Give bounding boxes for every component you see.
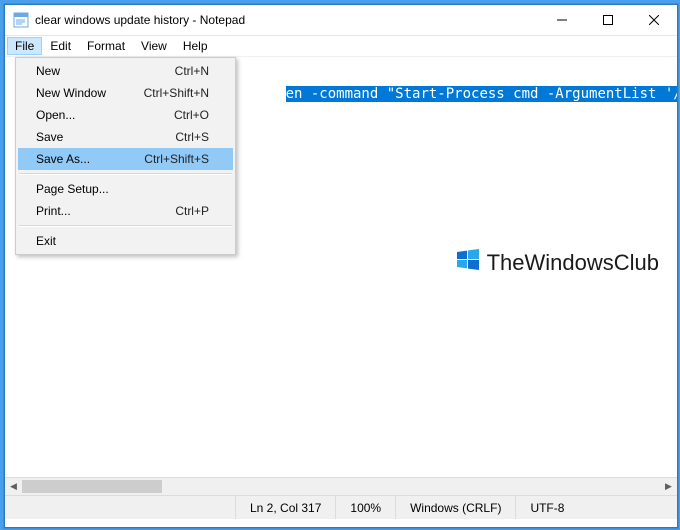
status-encoding: UTF-8 (515, 496, 677, 519)
status-zoom: 100% (335, 496, 395, 519)
menu-separator (19, 173, 232, 175)
file-menu-dropdown: NewCtrl+NNew WindowCtrl+Shift+NOpen...Ct… (15, 57, 236, 255)
window-title: clear windows update history - Notepad (35, 13, 245, 27)
menu-item-shortcut: Ctrl+S (175, 130, 209, 144)
close-button[interactable] (631, 5, 677, 35)
menu-item-label: New Window (36, 86, 144, 100)
horizontal-scrollbar[interactable]: ◀ ▶ (5, 477, 677, 495)
menu-item-new[interactable]: NewCtrl+N (18, 60, 233, 82)
notepad-window: clear windows update history - Notepad F… (4, 4, 678, 528)
menu-item-label: Save (36, 130, 175, 144)
notepad-app-icon (13, 12, 29, 28)
menu-item-shortcut: Ctrl+N (175, 64, 209, 78)
menu-item-label: Print... (36, 204, 175, 218)
minimize-button[interactable] (539, 5, 585, 35)
menu-item-page-setup[interactable]: Page Setup... (18, 178, 233, 200)
scroll-right-icon[interactable]: ▶ (660, 478, 677, 495)
menu-separator (19, 225, 232, 227)
status-cursor-position: Ln 2, Col 317 (235, 496, 335, 519)
menu-file[interactable]: File (7, 37, 42, 55)
menubar: File Edit Format View Help (5, 36, 677, 57)
status-line-ending: Windows (CRLF) (395, 496, 515, 519)
selected-text: en -command "Start-Process cmd -Argument… (286, 86, 677, 102)
scroll-track[interactable] (22, 478, 660, 495)
menu-item-label: Save As... (36, 152, 144, 166)
maximize-button[interactable] (585, 5, 631, 35)
menu-item-save-as[interactable]: Save As...Ctrl+Shift+S (18, 148, 233, 170)
statusbar: Ln 2, Col 317 100% Windows (CRLF) UTF-8 (5, 495, 677, 519)
menu-view[interactable]: View (133, 37, 175, 55)
menu-item-shortcut: Ctrl+Shift+S (144, 152, 209, 166)
menu-item-shortcut: Ctrl+O (174, 108, 209, 122)
menu-edit[interactable]: Edit (42, 37, 79, 55)
titlebar: clear windows update history - Notepad (5, 5, 677, 36)
scroll-thumb[interactable] (22, 480, 162, 493)
menu-item-exit[interactable]: Exit (18, 230, 233, 252)
menu-format[interactable]: Format (79, 37, 133, 55)
menu-item-label: New (36, 64, 175, 78)
menu-item-save[interactable]: SaveCtrl+S (18, 126, 233, 148)
watermark: TheWindowsClub (455, 247, 659, 279)
scroll-left-icon[interactable]: ◀ (5, 478, 22, 495)
menu-item-label: Exit (36, 234, 209, 248)
menu-item-shortcut: Ctrl+Shift+N (144, 86, 209, 100)
watermark-text: TheWindowsClub (487, 250, 659, 276)
windows-logo-icon (455, 247, 481, 279)
menu-item-new-window[interactable]: New WindowCtrl+Shift+N (18, 82, 233, 104)
menu-item-open[interactable]: Open...Ctrl+O (18, 104, 233, 126)
menu-help[interactable]: Help (175, 37, 216, 55)
menu-item-label: Open... (36, 108, 174, 122)
menu-item-shortcut: Ctrl+P (175, 204, 209, 218)
menu-item-print[interactable]: Print...Ctrl+P (18, 200, 233, 222)
menu-item-label: Page Setup... (36, 182, 209, 196)
